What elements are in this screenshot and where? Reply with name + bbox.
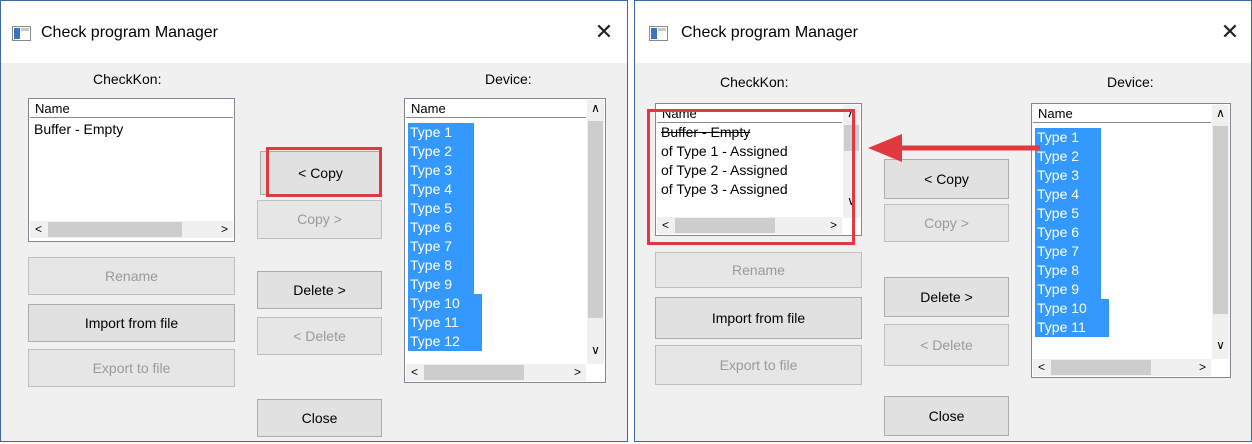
scroll-up-arrow-icon[interactable]: ∧: [843, 105, 860, 122]
scroll-down-arrow-icon[interactable]: ∨: [587, 342, 604, 359]
delete-left-button[interactable]: < Delete: [257, 317, 382, 355]
import-from-file-button[interactable]: Import from file: [28, 304, 235, 342]
column-header-name[interactable]: Name: [1033, 105, 1211, 123]
rename-button[interactable]: Rename: [28, 257, 235, 295]
list-item[interactable]: Type 5: [408, 199, 474, 218]
scroll-thumb[interactable]: [675, 218, 775, 233]
scroll-right-arrow-icon[interactable]: >: [825, 217, 842, 234]
scroll-thumb[interactable]: [588, 121, 603, 318]
list-item[interactable]: Type 10: [408, 294, 482, 313]
horizontal-scrollbar[interactable]: < >: [406, 364, 586, 381]
title-bar: Check program Manager ✕: [635, 1, 1251, 63]
scroll-thumb[interactable]: [48, 222, 182, 237]
app-icon: [12, 26, 31, 41]
scroll-left-arrow-icon[interactable]: <: [1033, 359, 1050, 376]
close-button[interactable]: Close: [257, 399, 382, 437]
checkkon-label: CheckKon:: [93, 71, 162, 87]
list-item[interactable]: Type 8: [1035, 261, 1101, 280]
column-header-name[interactable]: Name: [30, 100, 233, 118]
left-window: Check program Manager ✕ CheckKon: Device…: [0, 0, 628, 442]
list-item[interactable]: Type 12: [408, 332, 482, 351]
list-item[interactable]: of Type 2 - Assigned: [659, 161, 788, 180]
window-title: Check program Manager: [41, 24, 218, 41]
list-item[interactable]: Buffer - Empty: [659, 123, 750, 142]
scroll-down-arrow-icon[interactable]: ∨: [843, 193, 860, 210]
list-item[interactable]: Type 11: [408, 313, 482, 332]
list-item[interactable]: Type 11: [1035, 318, 1109, 337]
scroll-thumb[interactable]: [844, 125, 859, 151]
list-item[interactable]: Type 9: [1035, 280, 1101, 299]
scroll-right-arrow-icon[interactable]: >: [1194, 359, 1211, 376]
vertical-scrollbar[interactable]: ∧ ∨: [587, 100, 604, 364]
list-item[interactable]: Type 6: [1035, 223, 1101, 242]
vertical-scrollbar[interactable]: ∧ ∨: [1212, 105, 1229, 359]
export-to-file-button[interactable]: Export to file: [28, 349, 235, 387]
horizontal-scrollbar[interactable]: < >: [1033, 359, 1211, 376]
list-item[interactable]: Type 1: [1035, 128, 1101, 147]
device-list[interactable]: Name Type 1 Type 2 Type 3 Type 4 Type 5 …: [404, 98, 606, 383]
window-title: Check program Manager: [681, 24, 858, 41]
device-label: Device:: [485, 71, 532, 87]
copy-right-button[interactable]: Copy >: [257, 200, 382, 239]
vertical-scrollbar[interactable]: ∧ ∨: [843, 105, 860, 218]
delete-left-button[interactable]: < Delete: [884, 324, 1009, 366]
rename-button[interactable]: Rename: [655, 252, 862, 288]
checkkon-label: CheckKon:: [720, 74, 789, 90]
list-item[interactable]: of Type 3 - Assigned: [659, 180, 788, 199]
scroll-thumb[interactable]: [1213, 126, 1228, 314]
scroll-down-arrow-icon[interactable]: ∨: [1212, 337, 1229, 354]
scroll-left-arrow-icon[interactable]: <: [657, 217, 674, 234]
scroll-left-arrow-icon[interactable]: <: [406, 364, 423, 381]
list-item[interactable]: Type 5: [1035, 204, 1101, 223]
import-from-file-button[interactable]: Import from file: [655, 297, 862, 339]
list-item[interactable]: Type 2: [408, 142, 474, 161]
scroll-right-arrow-icon[interactable]: >: [216, 221, 233, 238]
horizontal-scrollbar[interactable]: < >: [30, 221, 233, 238]
scroll-thumb[interactable]: [1051, 360, 1151, 375]
list-item[interactable]: Type 4: [408, 180, 474, 199]
column-header-name[interactable]: Name: [657, 105, 842, 123]
list-item[interactable]: Type 4: [1035, 185, 1101, 204]
list-item[interactable]: of Type 1 - Assigned: [659, 142, 788, 161]
list-item[interactable]: Type 8: [408, 256, 474, 275]
device-list[interactable]: Name Type 1 Type 2 Type 3 Type 4 Type 5 …: [1031, 103, 1231, 378]
scroll-right-arrow-icon[interactable]: >: [569, 364, 586, 381]
list-item[interactable]: Buffer - Empty: [32, 120, 123, 139]
scroll-up-arrow-icon[interactable]: ∧: [587, 100, 604, 117]
right-window: Check program Manager ✕ CheckKon: Device…: [634, 0, 1252, 442]
copy-left-button[interactable]: < Copy: [260, 151, 381, 195]
list-item[interactable]: Type 9: [408, 275, 474, 294]
app-icon: [649, 26, 668, 41]
checkkon-list[interactable]: Name Buffer - Empty of Type 1 - Assigned…: [655, 103, 862, 236]
list-item[interactable]: Type 2: [1035, 147, 1101, 166]
close-icon[interactable]: ✕: [1215, 17, 1245, 47]
scroll-left-arrow-icon[interactable]: <: [30, 221, 47, 238]
horizontal-scrollbar[interactable]: < >: [657, 217, 842, 234]
list-item[interactable]: Type 10: [1035, 299, 1109, 318]
list-item[interactable]: Type 6: [408, 218, 474, 237]
device-label: Device:: [1107, 74, 1154, 90]
title-bar: Check program Manager ✕: [1, 1, 627, 63]
close-button[interactable]: Close: [884, 396, 1009, 436]
list-item[interactable]: Type 7: [1035, 242, 1101, 261]
close-icon[interactable]: ✕: [589, 17, 619, 47]
list-item[interactable]: Type 7: [408, 237, 474, 256]
list-item[interactable]: Type 1: [408, 123, 474, 142]
scroll-thumb[interactable]: [424, 365, 524, 380]
column-header-name[interactable]: Name: [406, 100, 586, 118]
copy-left-button[interactable]: < Copy: [884, 159, 1009, 199]
export-to-file-button[interactable]: Export to file: [655, 345, 862, 385]
delete-right-button[interactable]: Delete >: [884, 277, 1009, 317]
checkkon-list[interactable]: Name Buffer - Empty < >: [28, 98, 235, 242]
list-item[interactable]: Type 3: [408, 161, 474, 180]
list-item[interactable]: Type 3: [1035, 166, 1101, 185]
scroll-up-arrow-icon[interactable]: ∧: [1212, 105, 1229, 122]
copy-right-button[interactable]: Copy >: [884, 204, 1009, 242]
delete-right-button[interactable]: Delete >: [257, 271, 382, 309]
